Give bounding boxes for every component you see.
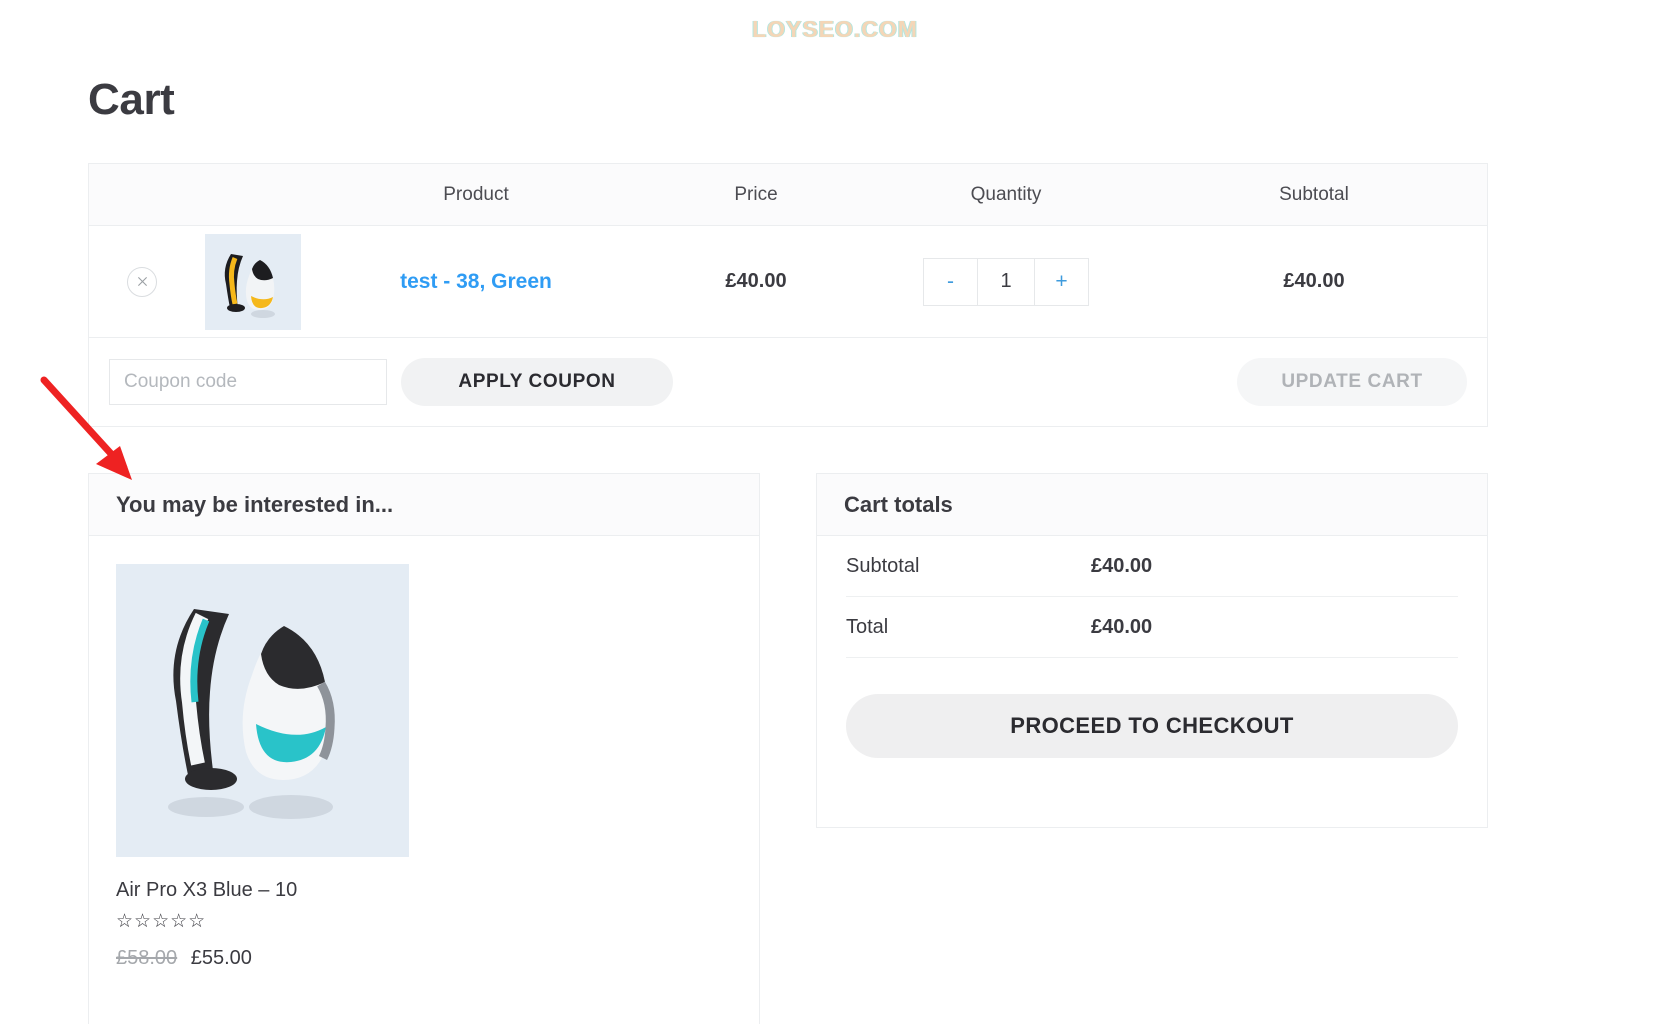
cart-totals-heading: Cart totals (844, 491, 953, 517)
cart-totals-header: Cart totals (817, 474, 1487, 536)
cart-table: Product Price Quantity Subtotal test - 3… (88, 163, 1488, 427)
upsell-panel: You may be interested in... Air Pro X3 B… (88, 473, 760, 1024)
remove-item-button[interactable] (127, 266, 157, 297)
cart-table-header: Product Price Quantity Subtotal (89, 164, 1487, 226)
upsell-rating-stars: ☆☆☆☆☆ (116, 911, 207, 932)
coupon-row: APPLY COUPON UPDATE CART (89, 338, 1487, 426)
product-thumbnail[interactable] (205, 233, 301, 330)
header-subtotal-label: Subtotal (1279, 183, 1349, 205)
subtotal-label: Subtotal (846, 554, 920, 577)
product-subtotal: £40.00 (1283, 270, 1345, 292)
header-subtotal: Subtotal (1141, 184, 1487, 206)
upsell-price-line: £58.00 £55.00 (116, 947, 732, 970)
upsell-product-name[interactable]: Air Pro X3 Blue – 10 (116, 879, 732, 902)
total-value: £40.00 (1091, 615, 1153, 638)
totals-row-subtotal: Subtotal £40.00 (846, 536, 1458, 597)
upsell-heading: You may be interested in... (116, 491, 394, 517)
header-product: Product (311, 184, 641, 206)
cart-totals-panel: Cart totals Subtotal £40.00 Total £40.00… (816, 473, 1488, 828)
header-product-label: Product (443, 183, 509, 205)
upsell-old-price: £58.00 (116, 947, 178, 969)
quantity-decrement-button[interactable]: - (924, 258, 978, 305)
close-icon (137, 276, 147, 287)
upsell-header: You may be interested in... (89, 474, 759, 536)
product-name-cell: test - 38, Green (311, 270, 641, 294)
quantity-stepper: - + (923, 257, 1089, 306)
totals-row-total: Total £40.00 (846, 597, 1458, 658)
cart-page: LOYSEO.COM Cart Product Price Quantity S… (0, 0, 1670, 1024)
upsell-product-thumbnail[interactable] (116, 564, 409, 857)
coupon-input[interactable] (109, 359, 387, 405)
cart-line-item: test - 38, Green £40.00 - + £40.00 (89, 226, 1487, 338)
page-title: Cart (88, 75, 175, 124)
subtotal-value: £40.00 (1091, 554, 1153, 577)
update-cart-button[interactable]: UPDATE CART (1237, 358, 1467, 406)
header-quantity-label: Quantity (970, 183, 1042, 205)
apply-coupon-button[interactable]: APPLY COUPON (401, 358, 673, 406)
site-watermark: LOYSEO.COM (752, 16, 918, 42)
quantity-input[interactable] (978, 258, 1034, 305)
remove-cell (89, 266, 195, 297)
thumbnail-cell (195, 233, 311, 330)
product-link[interactable]: test - 38, Green (400, 270, 552, 293)
upsell-price: £55.00 (190, 947, 252, 969)
header-quantity: Quantity (871, 184, 1141, 206)
quantity-increment-button[interactable]: + (1034, 258, 1088, 305)
cart-totals-body: Subtotal £40.00 Total £40.00 PROCEED TO … (817, 536, 1487, 758)
header-price-label: Price (734, 183, 778, 205)
total-label: Total (846, 615, 889, 638)
product-price: £40.00 (725, 270, 787, 292)
proceed-to-checkout-button[interactable]: PROCEED TO CHECKOUT (846, 694, 1458, 758)
quantity-cell: - + (871, 257, 1141, 306)
header-price: Price (641, 184, 871, 206)
upsell-body: Air Pro X3 Blue – 10 ☆☆☆☆☆ £58.00 £55.00 (89, 536, 759, 970)
sneaker-icon (205, 233, 301, 330)
sneaker-icon (116, 564, 409, 857)
